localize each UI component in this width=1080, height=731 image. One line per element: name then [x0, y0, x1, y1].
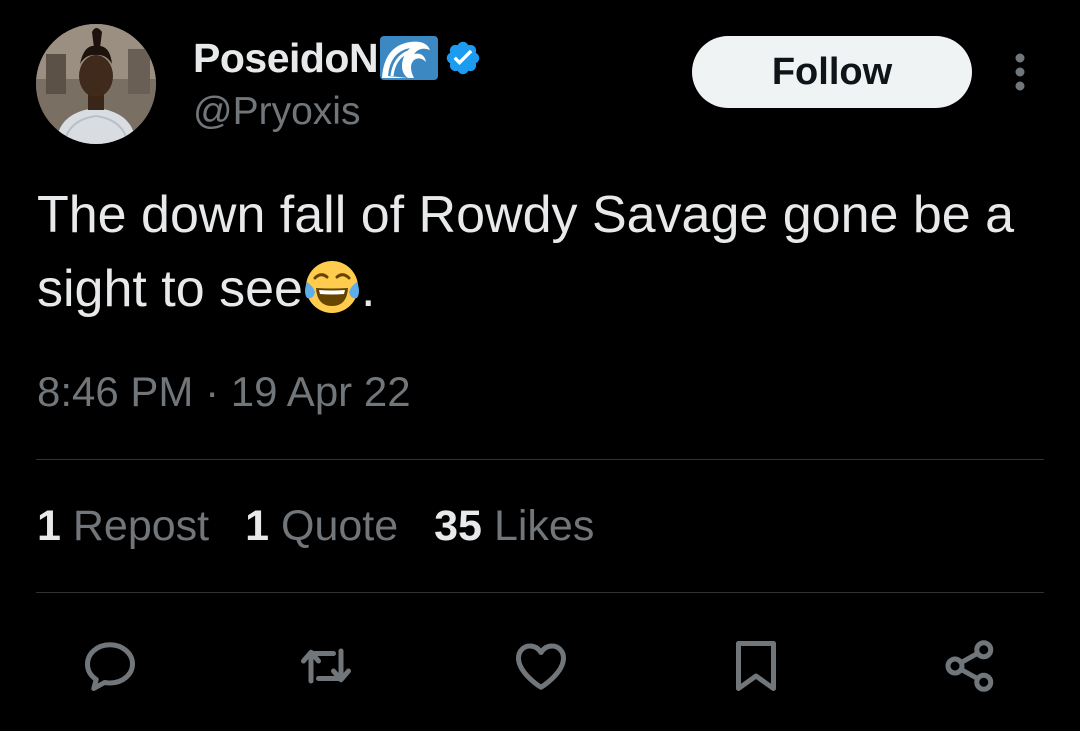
likes-count: 35	[434, 502, 482, 550]
tweet-timestamp[interactable]: 8:46 PM · 19 Apr 22	[37, 368, 411, 416]
like-icon[interactable]	[509, 634, 573, 698]
quotes-label: Quote	[281, 502, 399, 550]
engagement-stats: 1 Repost 1 Quote 35 Likes	[37, 502, 630, 551]
water-wave-icon	[380, 36, 439, 80]
reposts-label: Repost	[72, 502, 210, 550]
share-icon[interactable]	[938, 634, 1002, 698]
follow-button[interactable]: Follow	[692, 36, 972, 108]
reply-icon[interactable]	[78, 634, 142, 698]
quotes-count: 1	[245, 502, 270, 550]
tweet-text-body: The down fall of Rowdy Savage gone be a …	[37, 186, 1015, 318]
author-name-row: PoseidoN	[193, 30, 482, 86]
tweet-text-end: .	[360, 260, 376, 318]
avatar[interactable]	[36, 24, 156, 144]
more-options-icon[interactable]	[1002, 50, 1038, 94]
tears-of-joy-emoji-icon	[303, 258, 361, 316]
bookmark-icon[interactable]	[724, 634, 788, 698]
divider	[36, 592, 1044, 593]
likes-label: Likes	[493, 502, 595, 550]
profile-photo-icon	[36, 24, 156, 144]
quotes-stat[interactable]: 1 Quote	[245, 502, 398, 551]
display-name[interactable]: PoseidoN	[193, 35, 379, 82]
author-handle[interactable]: @Pryoxis	[193, 90, 360, 134]
tweet-text: The down fall of Rowdy Savage gone be a …	[37, 178, 1047, 326]
verified-badge-icon	[444, 39, 482, 77]
reposts-stat[interactable]: 1 Repost	[37, 502, 209, 551]
divider	[36, 459, 1044, 460]
reposts-count: 1	[37, 502, 61, 550]
repost-icon[interactable]	[294, 634, 358, 698]
likes-stat[interactable]: 35 Likes	[434, 502, 594, 551]
